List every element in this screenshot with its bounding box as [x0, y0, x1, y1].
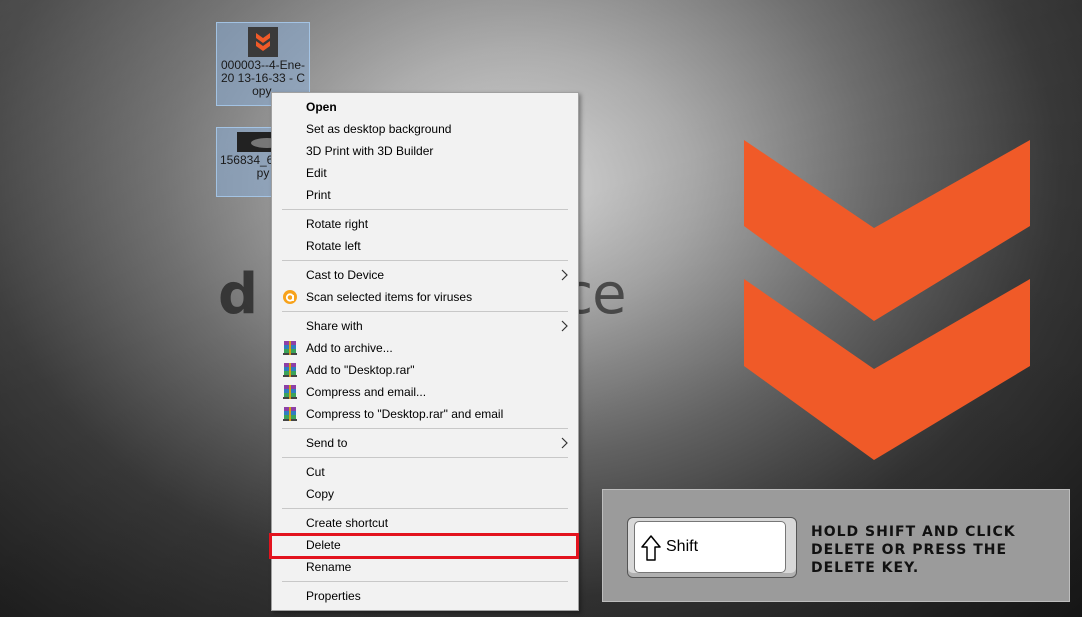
menu-item-3d-print[interactable]: 3D Print with 3D Builder: [272, 140, 578, 162]
menu-item-print[interactable]: Print: [272, 184, 578, 206]
menu-item-compress-to-desktop-rar-and-email[interactable]: Compress to "Desktop.rar" and email: [272, 403, 578, 425]
shift-arrow-icon: [641, 535, 661, 561]
menu-item-properties[interactable]: Properties: [272, 585, 578, 607]
submenu-arrow-icon: [561, 437, 568, 449]
winrar-icon: [283, 407, 297, 421]
shift-key-cap: Shift: [634, 521, 786, 573]
submenu-arrow-icon: [561, 269, 568, 281]
menu-separator: [282, 260, 568, 261]
menu-item-rename[interactable]: Rename: [272, 556, 578, 578]
winrar-icon: [283, 341, 297, 355]
menu-item-rotate-left[interactable]: Rotate left: [272, 235, 578, 257]
winrar-icon: [283, 385, 297, 399]
shift-key-graphic: Shift: [627, 517, 797, 578]
menu-separator: [282, 581, 568, 582]
menu-item-add-to-archive[interactable]: Add to archive...: [272, 337, 578, 359]
menu-item-rotate-right[interactable]: Rotate right: [272, 213, 578, 235]
menu-separator: [282, 508, 568, 509]
menu-item-cut[interactable]: Cut: [272, 461, 578, 483]
menu-separator: [282, 311, 568, 312]
menu-separator: [282, 428, 568, 429]
menu-item-share-with[interactable]: Share with: [272, 315, 578, 337]
menu-item-set-desktop-background[interactable]: Set as desktop background: [272, 118, 578, 140]
avast-icon: [283, 290, 297, 304]
instruction-panel: Shift Hold Shift and click Delete or pre…: [602, 489, 1070, 602]
menu-item-cast-to-device[interactable]: Cast to Device: [272, 264, 578, 286]
menu-item-compress-and-email[interactable]: Compress and email...: [272, 381, 578, 403]
menu-item-create-shortcut[interactable]: Create shortcut: [272, 512, 578, 534]
submenu-arrow-icon: [561, 320, 568, 332]
delete-highlight-box: [269, 533, 579, 559]
menu-separator: [282, 209, 568, 210]
shift-key-label: Shift: [666, 538, 699, 555]
orange-chevron-thumbnail-icon: [248, 27, 278, 57]
menu-item-open[interactable]: Open: [272, 96, 578, 118]
menu-item-scan-viruses[interactable]: Scan selected items for viruses: [272, 286, 578, 308]
menu-item-add-to-desktop-rar[interactable]: Add to "Desktop.rar": [272, 359, 578, 381]
menu-item-copy[interactable]: Copy: [272, 483, 578, 505]
wallpaper-chevron-logo: [744, 140, 1030, 460]
menu-item-edit[interactable]: Edit: [272, 162, 578, 184]
winrar-icon: [283, 363, 297, 377]
menu-separator: [282, 457, 568, 458]
menu-item-send-to[interactable]: Send to: [272, 432, 578, 454]
instruction-text: Hold Shift and click Delete or press the…: [811, 524, 1016, 576]
